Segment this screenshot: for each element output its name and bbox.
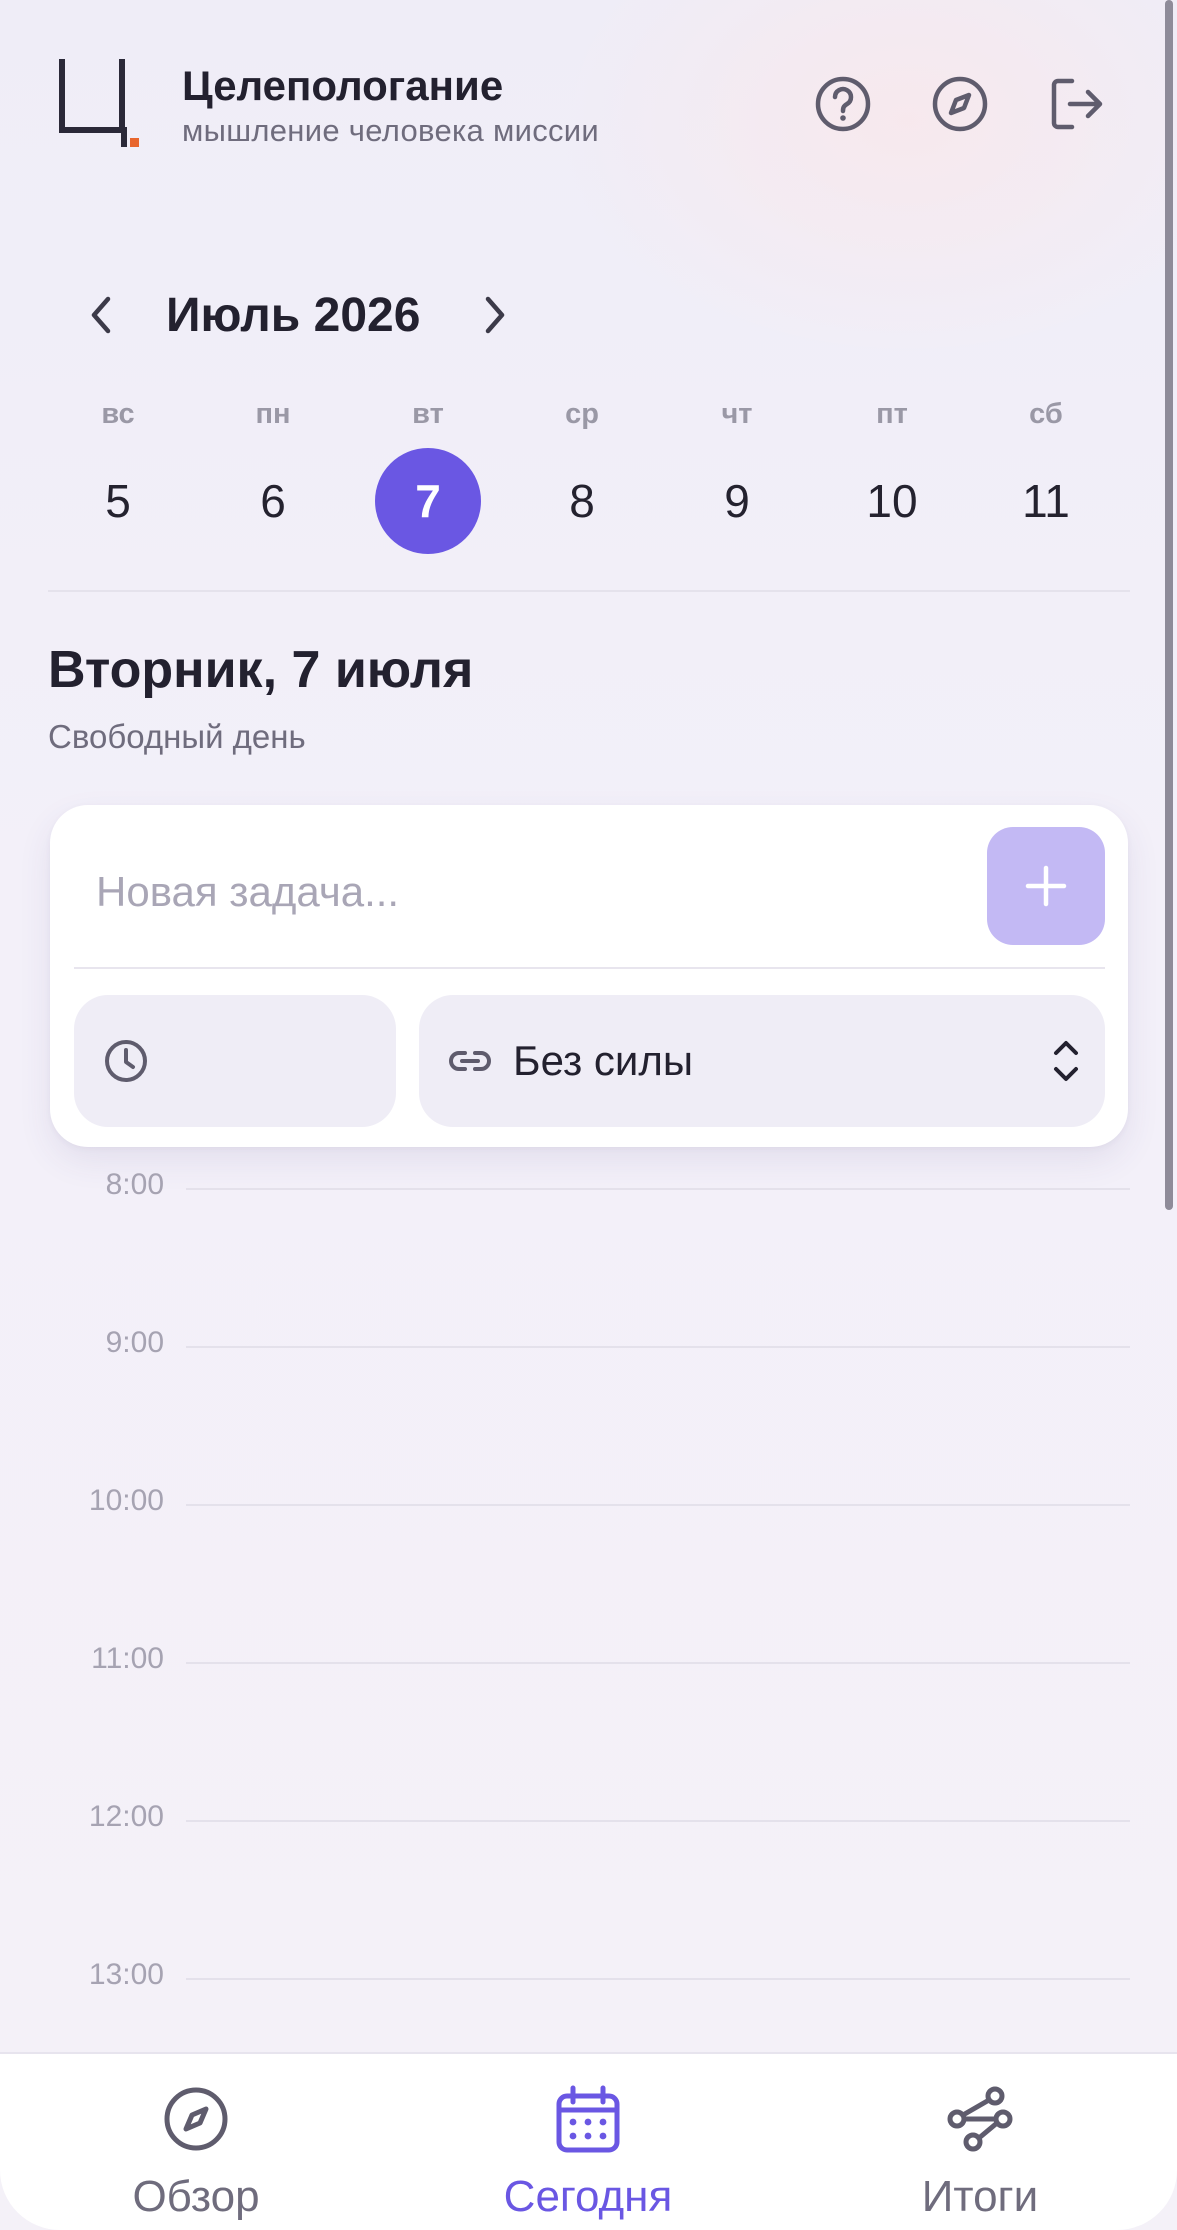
chevron-updown-icon xyxy=(1054,1041,1078,1081)
hour-label: 11:00 xyxy=(91,1642,164,1675)
hour-line xyxy=(186,1504,1130,1506)
hour-label: 9:00 xyxy=(105,1326,164,1359)
day-name: пн xyxy=(255,398,291,430)
day-name: чт xyxy=(721,398,753,430)
hour-label: 13:00 xyxy=(88,1958,164,1991)
day-cell[interactable]: вс 5 xyxy=(48,392,188,572)
hour-row[interactable]: 13:00 xyxy=(0,1958,1177,1998)
month-label: Июль 2026 xyxy=(166,289,421,342)
day-number: 5 xyxy=(105,475,131,527)
day-number: 6 xyxy=(260,475,286,527)
day-name: сб xyxy=(1029,398,1063,430)
app-title: Целепологание xyxy=(182,62,504,109)
logout-icon[interactable] xyxy=(1045,72,1109,136)
day-status: Свободный день xyxy=(48,718,306,755)
hour-row[interactable]: 11:00 xyxy=(0,1642,1177,1682)
hour-label: 12:00 xyxy=(88,1800,164,1833)
calendar-icon xyxy=(556,2085,620,2153)
day-cell-selected[interactable]: вт 7 xyxy=(358,392,498,572)
nav-today[interactable]: Сегодня xyxy=(438,2084,738,2230)
hour-line xyxy=(186,1820,1130,1822)
divider xyxy=(48,590,1130,592)
hour-label: 8:00 xyxy=(105,1168,164,1201)
day-number: 7 xyxy=(375,448,481,554)
selected-date-title: Вторник, 7 июля xyxy=(48,641,474,699)
bottom-navigation: Обзор Сегодня Итоги xyxy=(0,2052,1177,2230)
day-name: ср xyxy=(565,398,599,430)
day-timeline: 8:00 9:00 10:00 11:00 12:00 13:00 xyxy=(0,1160,1177,2060)
day-cell[interactable]: сб 11 xyxy=(976,392,1116,572)
new-task-card: Без силы xyxy=(50,805,1128,1147)
new-task-input[interactable] xyxy=(96,857,976,927)
link-icon xyxy=(449,1051,491,1071)
nav-overview[interactable]: Обзор xyxy=(46,2084,346,2230)
plus-icon xyxy=(1025,865,1067,907)
hour-row[interactable]: 10:00 xyxy=(0,1484,1177,1524)
day-name: пт xyxy=(876,398,908,430)
card-divider xyxy=(74,967,1105,969)
week-strip: вс 5 пн 6 вт 7 ср 8 чт 9 пт 10 сб 11 xyxy=(48,392,1128,572)
compass-icon xyxy=(164,2087,228,2151)
nav-label: Итоги xyxy=(921,2172,1039,2221)
power-select-value: Без силы xyxy=(513,1037,694,1084)
day-number: 10 xyxy=(866,475,918,527)
help-icon[interactable] xyxy=(811,72,875,136)
day-cell[interactable]: ср 8 xyxy=(512,392,652,572)
hour-line xyxy=(186,1188,1130,1190)
day-number: 11 xyxy=(1022,475,1070,527)
app-logo-icon xyxy=(59,59,139,147)
day-cell[interactable]: чт 9 xyxy=(667,392,807,572)
hour-line xyxy=(186,1346,1130,1348)
nav-results[interactable]: Итоги xyxy=(830,2084,1130,2230)
day-name: вс xyxy=(101,398,135,430)
power-select[interactable]: Без силы xyxy=(419,995,1105,1127)
add-task-button[interactable] xyxy=(987,827,1105,945)
chevron-right-icon[interactable] xyxy=(470,290,520,340)
compass-icon[interactable] xyxy=(928,72,992,136)
scrollbar[interactable] xyxy=(1165,0,1173,1210)
day-cell[interactable]: пн 6 xyxy=(203,392,343,572)
hour-line xyxy=(186,1978,1130,1980)
day-name: вт xyxy=(412,398,444,430)
hour-row[interactable]: 8:00 xyxy=(0,1168,1177,1208)
screen: Целепологание мышление человека миссии И… xyxy=(0,0,1177,2230)
hour-label: 10:00 xyxy=(88,1484,164,1517)
day-number: 8 xyxy=(569,475,595,527)
route-icon xyxy=(947,2086,1013,2152)
clock-icon xyxy=(105,1040,147,1082)
hour-row[interactable]: 9:00 xyxy=(0,1326,1177,1366)
day-cell[interactable]: пт 10 xyxy=(822,392,962,572)
nav-label: Обзор xyxy=(132,2172,260,2221)
time-picker-button[interactable] xyxy=(74,995,396,1127)
nav-label: Сегодня xyxy=(503,2172,673,2221)
hour-line xyxy=(186,1662,1130,1664)
app-header: Целепологание мышление человека миссии xyxy=(0,0,1177,200)
hour-row[interactable]: 12:00 xyxy=(0,1800,1177,1840)
chevron-left-icon[interactable] xyxy=(76,290,126,340)
day-number: 9 xyxy=(724,475,750,527)
app-subtitle: мышление человека миссии xyxy=(182,113,600,148)
month-navigation: Июль 2026 xyxy=(0,270,1177,360)
